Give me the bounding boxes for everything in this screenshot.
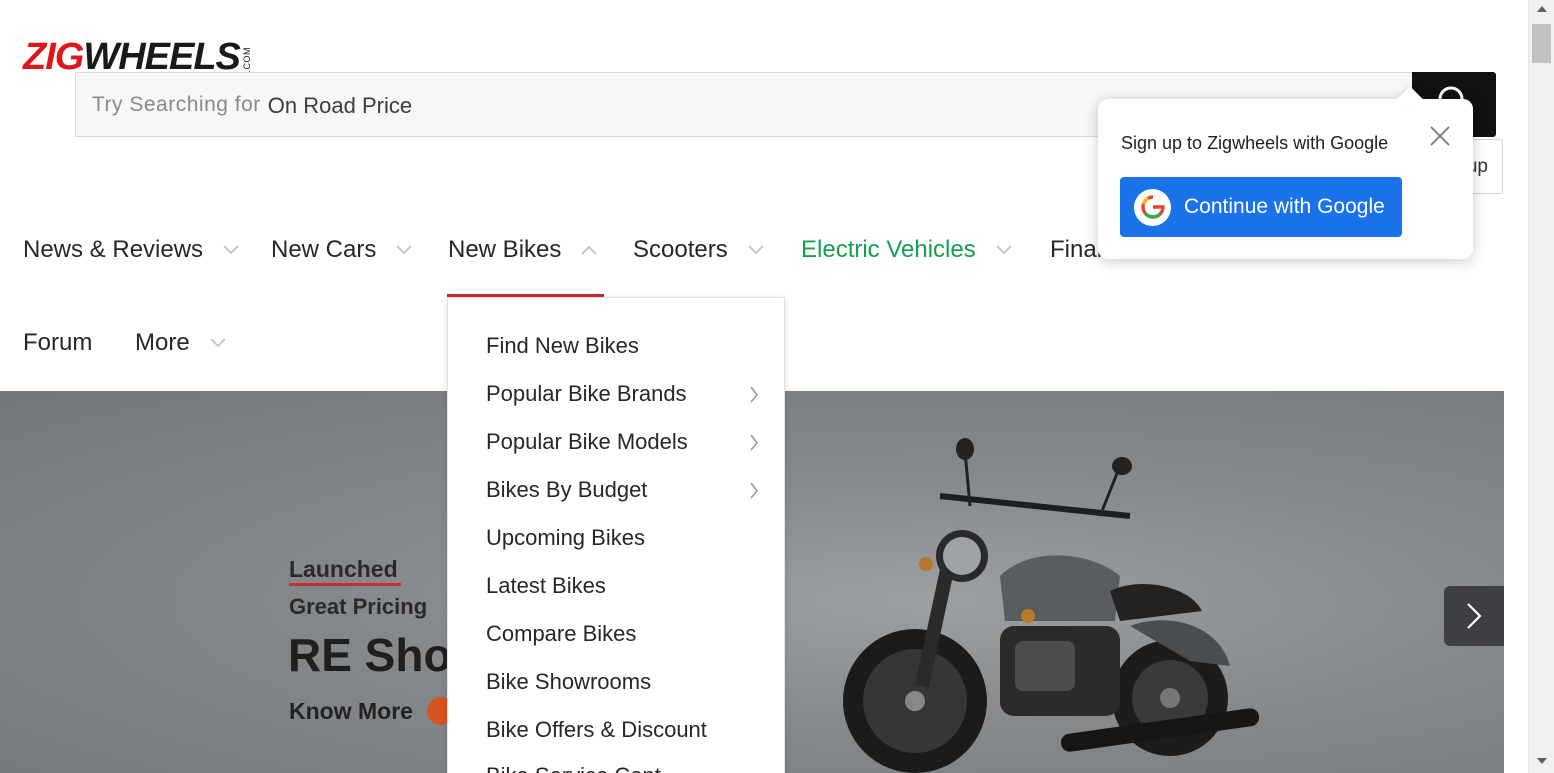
- menu-item-bike-service-centers[interactable]: Bike Service Cent: [486, 759, 761, 773]
- chevron-right-icon: [750, 386, 759, 403]
- menu-item-label: Bike Service Cent: [486, 763, 661, 773]
- chevron-right-icon: [750, 482, 759, 499]
- nav-label: New Bikes: [448, 236, 562, 263]
- search-placeholder-term: On Road Price: [267, 92, 413, 118]
- search-placeholder-prefix: Try Searching for: [92, 92, 261, 116]
- hero-tag-underline: [289, 583, 401, 586]
- menu-item-latest-bikes[interactable]: Latest Bikes: [486, 569, 761, 603]
- continue-with-google-label: Continue with Google: [1184, 195, 1385, 218]
- menu-item-popular-bike-models[interactable]: Popular Bike Models: [486, 425, 761, 459]
- menu-item-label: Upcoming Bikes: [486, 525, 645, 550]
- page-gutter: [1504, 0, 1528, 773]
- nav-news-reviews[interactable]: News & Reviews: [23, 234, 239, 266]
- menu-item-label: Compare Bikes: [486, 621, 637, 646]
- hero-cta-label: Know More: [289, 697, 413, 724]
- hero-tag: Launched: [289, 556, 398, 582]
- chevron-down-icon: [210, 338, 226, 348]
- nav-label: News & Reviews: [23, 236, 204, 263]
- menu-item-upcoming-bikes[interactable]: Upcoming Bikes: [486, 521, 761, 555]
- menu-item-bike-showrooms[interactable]: Bike Showrooms: [486, 665, 761, 699]
- menu-item-find-new-bikes[interactable]: Find New Bikes: [486, 329, 761, 363]
- google-popup-title: Sign up to Zigwheels with Google: [1121, 133, 1389, 153]
- google-signin-popup: Sign up to Zigwheels with Google Continu…: [1098, 99, 1473, 259]
- scroll-down-arrow-icon[interactable]: [1537, 758, 1547, 764]
- nav-label: More: [135, 329, 190, 356]
- scroll-up-arrow-icon[interactable]: [1537, 6, 1547, 12]
- nav-label: New Cars: [271, 236, 377, 263]
- vertical-scrollbar[interactable]: [1528, 0, 1554, 773]
- close-icon[interactable]: [1429, 125, 1451, 147]
- new-bikes-dropdown-menu: Find New Bikes Popular Bike Brands Popul…: [447, 297, 785, 773]
- chevron-up-icon: [581, 245, 597, 255]
- nav-label: Forum: [23, 329, 93, 356]
- motorcycle-image: [843, 438, 1260, 773]
- menu-item-label: Bike Showrooms: [486, 669, 652, 694]
- hero-title: RE Shot: [288, 629, 467, 681]
- menu-item-label: Bike Offers & Discount: [486, 717, 707, 742]
- menu-item-popular-bike-brands[interactable]: Popular Bike Brands: [486, 377, 761, 411]
- chevron-right-icon: [750, 434, 759, 451]
- logo-wheels: WHEELS: [83, 36, 241, 78]
- menu-item-compare-bikes[interactable]: Compare Bikes: [486, 617, 761, 651]
- logo-zig: ZIG: [23, 36, 84, 78]
- logo-com: .COM: [241, 46, 252, 73]
- continue-with-google-button[interactable]: Continue with Google: [1120, 177, 1402, 237]
- nav-new-bikes[interactable]: New Bikes: [448, 234, 597, 266]
- chevron-down-icon: [996, 245, 1012, 255]
- scrollbar-thumb[interactable]: [1532, 24, 1551, 63]
- menu-item-bike-offers-discount[interactable]: Bike Offers & Discount: [486, 713, 761, 747]
- hero-subtitle: Great Pricing: [289, 594, 428, 619]
- google-g-icon: [1134, 188, 1171, 226]
- nav-new-cars[interactable]: New Cars: [271, 234, 412, 266]
- nav-forum[interactable]: Forum: [23, 327, 92, 359]
- zigwheels-logo[interactable]: ZIG WHEELS .COM: [23, 36, 252, 78]
- nav-label: Scooters: [633, 236, 728, 263]
- chevron-right-icon: [1467, 603, 1482, 629]
- menu-item-label: Popular Bike Models: [486, 429, 688, 454]
- hero-know-more-link[interactable]: Know More: [289, 697, 455, 725]
- menu-item-label: Latest Bikes: [486, 573, 606, 598]
- menu-item-label: Bikes By Budget: [486, 477, 648, 502]
- menu-item-label: Popular Bike Brands: [486, 381, 687, 406]
- chevron-down-icon: [223, 245, 239, 255]
- nav-scooters[interactable]: Scooters: [633, 234, 764, 266]
- nav-label: Electric Vehicles: [801, 236, 976, 263]
- menu-item-label: Find New Bikes: [486, 333, 639, 358]
- chevron-down-icon: [396, 245, 412, 255]
- nav-more[interactable]: More: [135, 327, 226, 359]
- nav-electric-vehicles[interactable]: Electric Vehicles: [801, 234, 1012, 266]
- carousel-next-button[interactable]: [1444, 586, 1504, 646]
- page: ZIG WHEELS .COM Try Searching for On Roa…: [0, 0, 1504, 773]
- chevron-down-icon: [748, 245, 764, 255]
- menu-item-bikes-by-budget[interactable]: Bikes By Budget: [486, 473, 761, 507]
